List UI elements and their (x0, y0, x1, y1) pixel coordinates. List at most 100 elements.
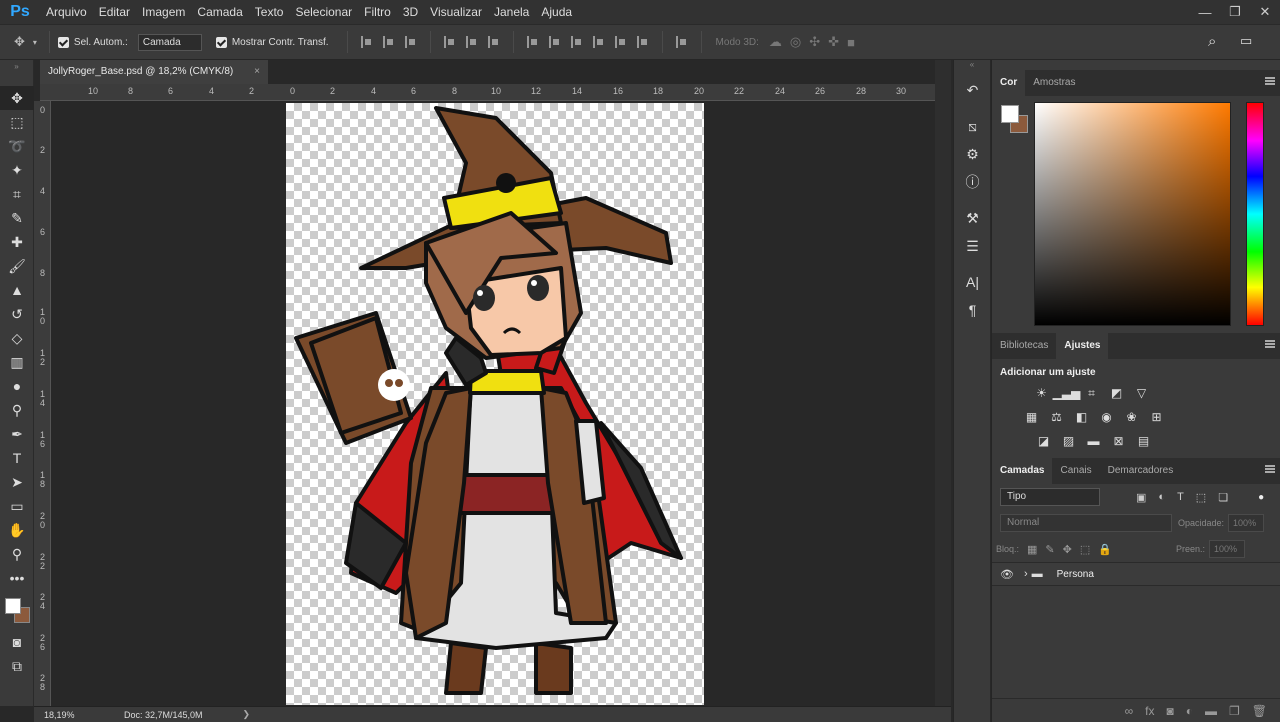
workspace-icon[interactable]: ▭ (1240, 33, 1252, 49)
menu-imagem[interactable]: Imagem (136, 0, 191, 24)
filter-pixel-icon[interactable]: ▣ (1136, 491, 1146, 504)
chevron-down-icon[interactable]: ▾ (33, 38, 37, 47)
menu-visualizar[interactable]: Visualizar (424, 0, 488, 24)
panel-menu-icon[interactable] (1265, 77, 1275, 85)
path-selection-tool-icon[interactable]: ➤ (0, 470, 34, 494)
lock-all-icon[interactable]: 🔒 (1098, 543, 1112, 556)
color-spectrum-field[interactable] (1034, 102, 1231, 326)
selective-color-icon[interactable]: ⊠ (1109, 432, 1128, 450)
exposure-icon[interactable]: ◩ (1107, 384, 1126, 402)
menu-camada[interactable]: Camada (191, 0, 248, 24)
foreground-color-swatch[interactable] (5, 598, 21, 614)
auto-select-checkbox[interactable]: Sel. Autom.: (57, 36, 128, 48)
roll-3d-icon[interactable]: ◎ (790, 34, 801, 50)
tab-amostras[interactable]: Amostras (1025, 70, 1083, 96)
align-bottom-icon[interactable] (404, 36, 417, 48)
align-left-icon[interactable] (443, 36, 456, 48)
vibrance-icon[interactable]: ▽ (1132, 384, 1151, 402)
color-balance-icon[interactable]: ⚖ (1047, 408, 1066, 426)
hue-saturation-icon[interactable]: ▦ (1022, 408, 1041, 426)
hand-tool-icon[interactable]: ✋ (0, 518, 34, 542)
hue-slider[interactable] (1246, 102, 1264, 326)
close-button[interactable]: ✕ (1250, 0, 1280, 24)
canvas-workspace[interactable] (51, 101, 935, 706)
history-brush-tool-icon[interactable]: ↺ (0, 302, 34, 326)
channel-mixer-icon[interactable]: ❀ (1122, 408, 1141, 426)
tab-cor[interactable]: Cor (992, 70, 1026, 96)
chevron-right-icon[interactable]: › (1024, 568, 1028, 580)
layer-row[interactable]: 👁 › ▬ Persona (992, 562, 1280, 586)
distribute-left-icon[interactable] (592, 36, 605, 48)
filter-toggle-icon[interactable]: ● (1258, 492, 1264, 503)
lock-position-icon[interactable]: ✥ (1063, 543, 1072, 556)
add-mask-icon[interactable]: ◙ (1167, 704, 1174, 718)
photo-filter-icon[interactable]: ◉ (1097, 408, 1116, 426)
invert-icon[interactable]: ◪ (1034, 432, 1053, 450)
more-tools-icon[interactable]: ••• (0, 566, 34, 590)
crop-tool-icon[interactable]: ⌗ (0, 182, 34, 206)
blur-tool-icon[interactable]: ● (0, 374, 34, 398)
curves-icon[interactable]: ⌗ (1082, 384, 1101, 402)
align-hcenter-icon[interactable] (465, 36, 478, 48)
info-panel-icon[interactable]: ⓘ (954, 168, 991, 196)
eye-visibility-icon[interactable]: 👁 (1000, 568, 1014, 581)
tab-bibliotecas[interactable]: Bibliotecas (992, 333, 1056, 359)
gradient-map-icon[interactable]: ▤ (1134, 432, 1153, 450)
new-group-icon[interactable]: ▬ (1205, 704, 1217, 718)
gradient-tool-icon[interactable]: ▥ (0, 350, 34, 374)
menu-editar[interactable]: Editar (93, 0, 136, 24)
brush-tool-icon[interactable]: 🖌 (0, 254, 34, 278)
trash-icon[interactable]: 🗑 (1252, 704, 1267, 718)
blend-mode-dropdown[interactable]: Normal (1000, 514, 1172, 532)
dodge-tool-icon[interactable]: ⚲ (0, 398, 34, 422)
status-menu-arrow-icon[interactable]: ❯ (243, 709, 251, 720)
eraser-tool-icon[interactable]: ◇ (0, 326, 34, 350)
color-swatches[interactable] (0, 590, 34, 630)
eyedropper-tool-icon[interactable]: ✎ (0, 206, 34, 230)
lock-pixels-icon[interactable]: ✎ (1045, 543, 1054, 556)
menu-filtro[interactable]: Filtro (358, 0, 397, 24)
brightness-icon[interactable]: ☀ (1032, 384, 1051, 402)
move-tool-icon[interactable]: ✥ (14, 34, 25, 50)
type-tool-icon[interactable]: T (0, 446, 34, 470)
filter-shape-icon[interactable]: ⬚ (1196, 491, 1206, 504)
panel-menu-icon[interactable] (1265, 465, 1275, 473)
align-top-icon[interactable] (360, 36, 373, 48)
layer-filter-dropdown[interactable]: Tipo (1000, 488, 1100, 506)
zoom-tool-icon[interactable]: ⚲ (0, 542, 34, 566)
minimize-button[interactable]: — (1190, 0, 1220, 24)
search-icon[interactable]: ⌕ (1208, 33, 1216, 50)
menu-arquivo[interactable]: Arquivo (40, 0, 93, 24)
lock-artboard-icon[interactable]: ⬚ (1080, 543, 1090, 556)
collapse-icon[interactable]: « (954, 60, 990, 76)
fill-field[interactable]: 100% (1209, 540, 1245, 558)
show-transform-checkbox[interactable]: Mostrar Contr. Transf. (215, 36, 329, 48)
distribute-hcenter-icon[interactable] (614, 36, 627, 48)
panel-menu-icon[interactable] (1265, 340, 1275, 348)
link-layers-icon[interactable]: ∞ (1125, 704, 1134, 718)
stamp-tool-icon[interactable]: ▲ (0, 278, 34, 302)
brush-settings-icon[interactable]: ⧅ (954, 112, 991, 140)
healing-brush-tool-icon[interactable]: ✚ (0, 230, 34, 254)
screen-mode-icon[interactable]: ⧉ (0, 654, 34, 678)
foreground-color-swatch[interactable] (1001, 105, 1019, 123)
align-vcenter-icon[interactable] (382, 36, 395, 48)
move-tool-icon[interactable]: ✥ (0, 86, 34, 110)
menu-selecionar[interactable]: Selecionar (289, 0, 358, 24)
document-canvas[interactable] (286, 103, 704, 705)
black-white-icon[interactable]: ◧ (1072, 408, 1091, 426)
rectangle-tool-icon[interactable]: ▭ (0, 494, 34, 518)
tab-canais[interactable]: Canais (1052, 458, 1099, 484)
layer-name[interactable]: Persona (1057, 569, 1094, 580)
color-lookup-icon[interactable]: ⊞ (1147, 408, 1166, 426)
properties-panel-icon[interactable]: ☰ (954, 232, 991, 260)
new-adjustment-icon[interactable]: ◐ (1186, 704, 1193, 718)
menu-3d[interactable]: 3D (397, 0, 424, 24)
tab-camadas[interactable]: Camadas (992, 458, 1053, 484)
menu-janela[interactable]: Janela (488, 0, 535, 24)
zoom-level[interactable]: 18,19% (34, 710, 84, 720)
character-panel-icon[interactable]: A| (954, 268, 991, 296)
distribute-bottom-icon[interactable] (570, 36, 583, 48)
tab-ajustes[interactable]: Ajustes (1056, 333, 1109, 359)
layer-style-icon[interactable]: fx (1145, 704, 1154, 718)
